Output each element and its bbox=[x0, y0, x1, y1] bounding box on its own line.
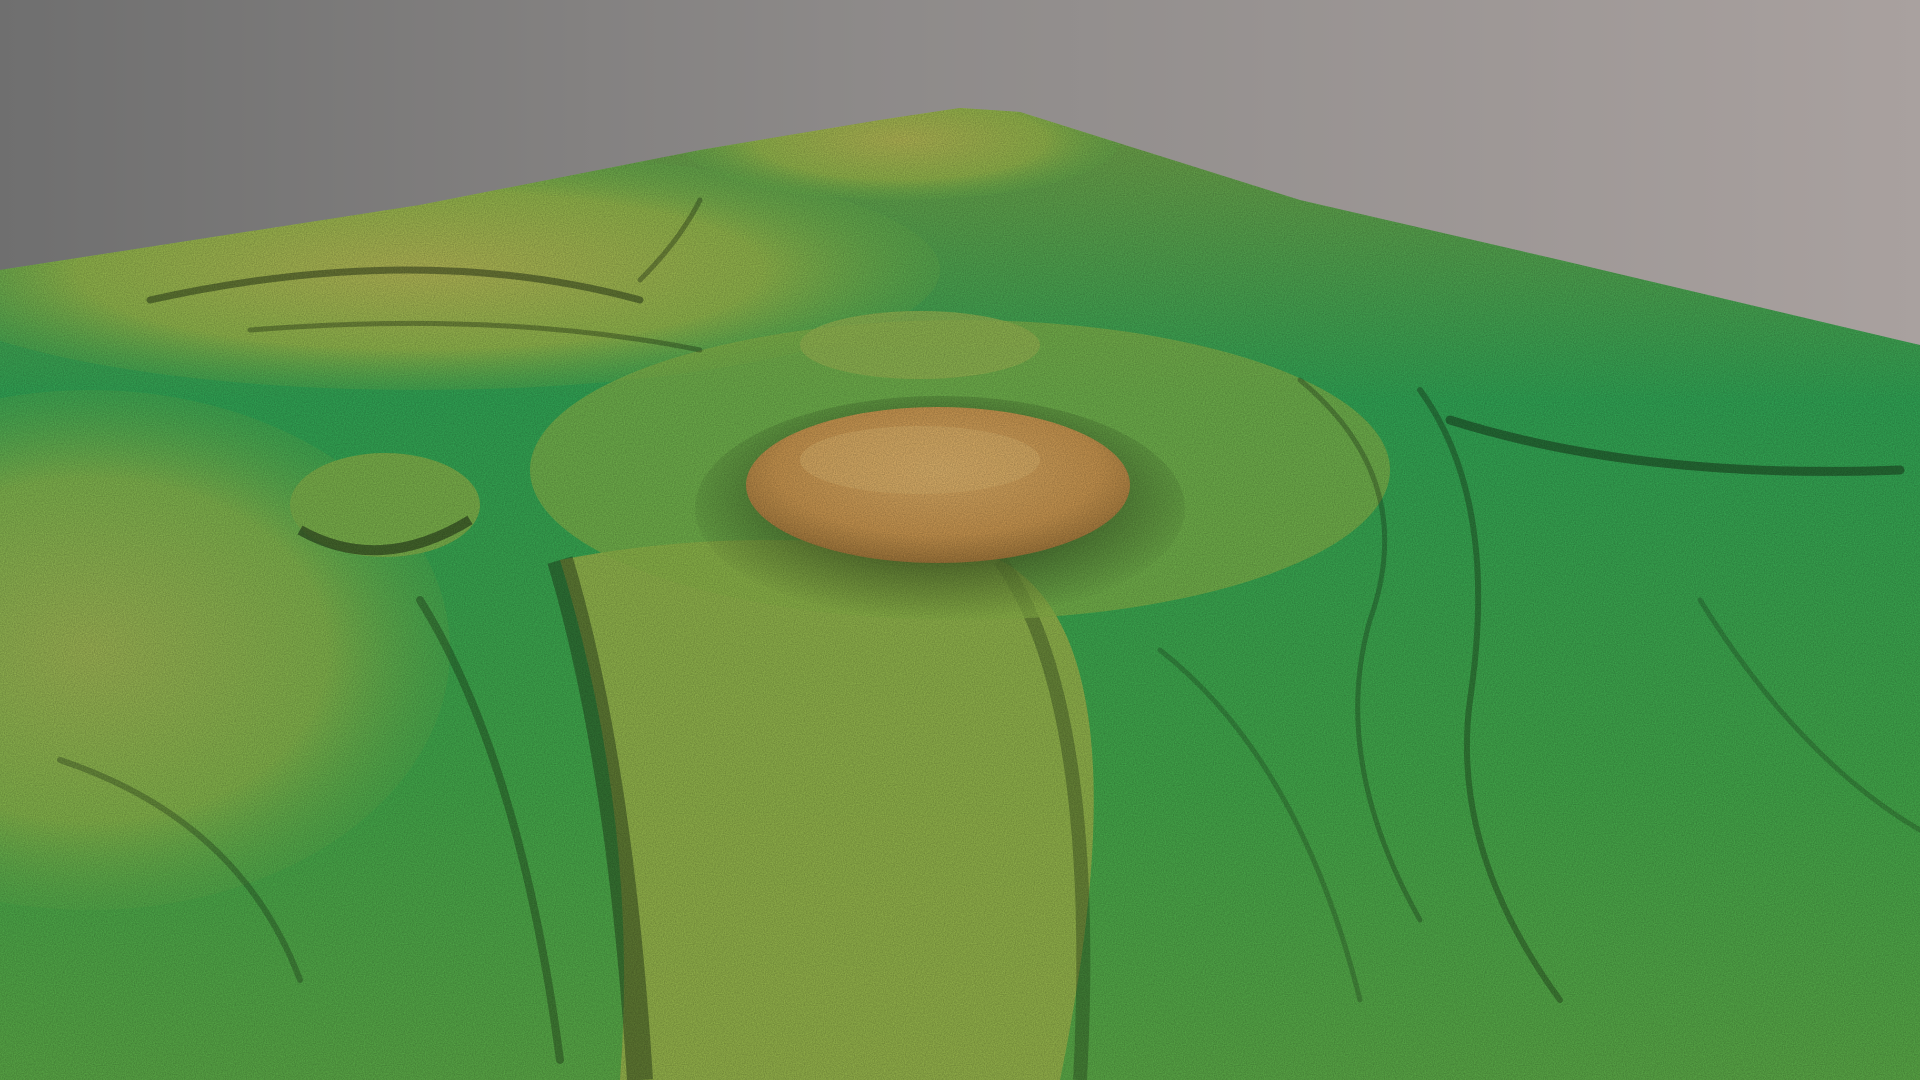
terrain-scene bbox=[0, 0, 1920, 1080]
surface-texture bbox=[0, 108, 1920, 1080]
terrain-model bbox=[0, 108, 1920, 1080]
